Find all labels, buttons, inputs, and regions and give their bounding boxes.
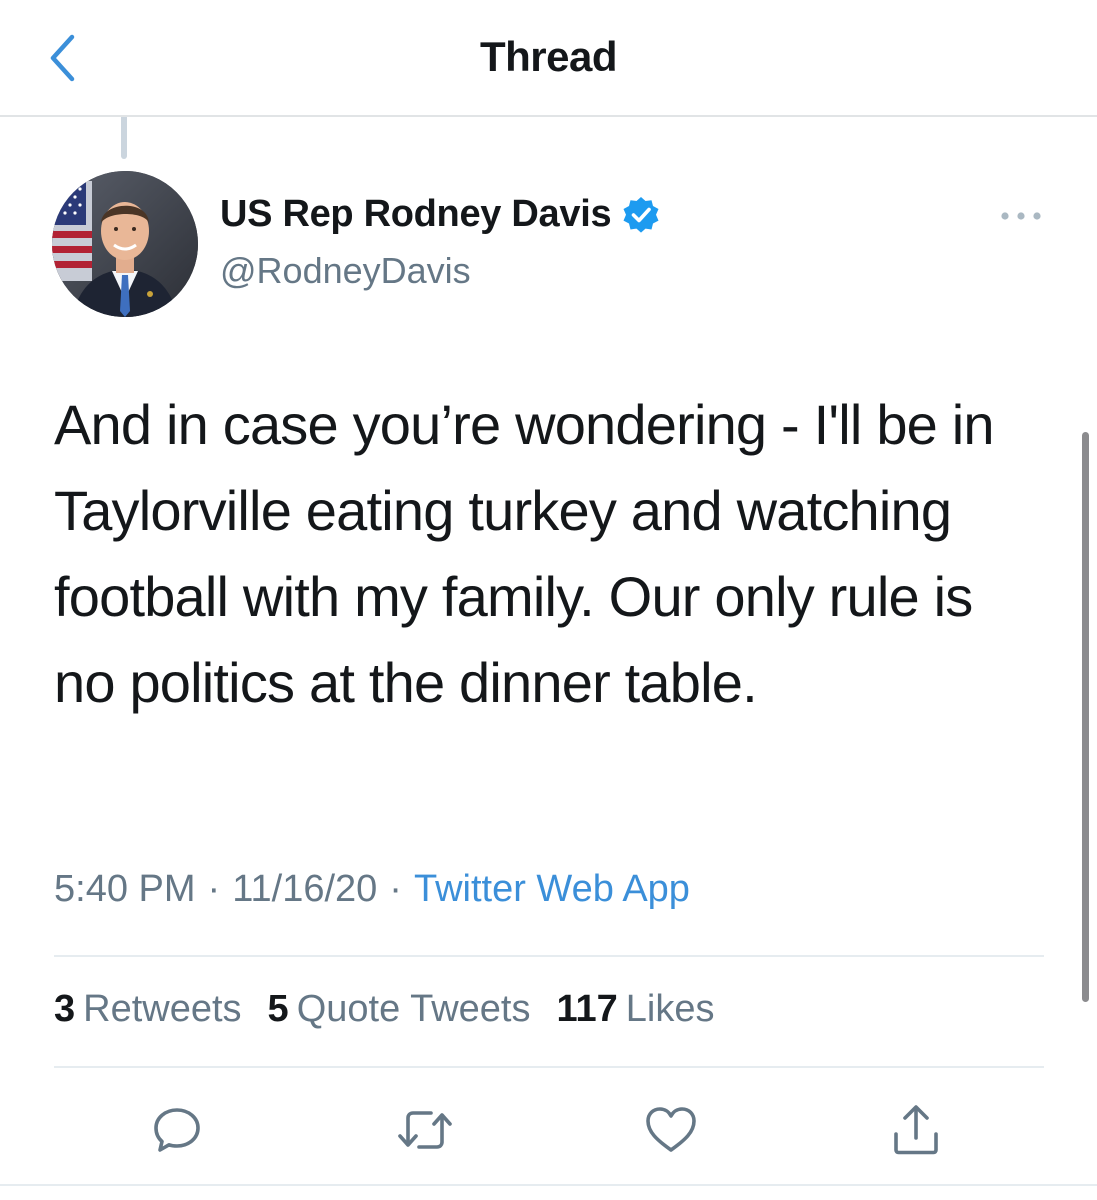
more-horizontal-icon — [1001, 212, 1041, 220]
tweet-source-link[interactable]: Twitter Web App — [414, 868, 690, 910]
divider — [0, 1184, 1097, 1186]
page-title: Thread — [479, 33, 618, 80]
quote-tweets-label: Quote Tweets — [296, 988, 531, 1030]
meta-separator: · — [207, 868, 221, 910]
tweet-meta: 5:40 PM · 11/16/20 · Twitter Web App — [54, 868, 690, 911]
tweet-text: And in case you’re wondering - I'll be i… — [54, 393, 995, 714]
retweets-count: 3 — [54, 988, 76, 1030]
likes-count: 117 — [556, 988, 618, 1030]
reply-button[interactable] — [147, 1100, 207, 1160]
tweet-date: 11/16/20 — [232, 868, 378, 910]
avatar[interactable] — [52, 171, 198, 317]
likes-label: Likes — [625, 988, 715, 1030]
tweet-stats: 3 Retweets 5 Quote Tweets 117 Likes — [54, 988, 741, 1031]
thread-connector-line — [121, 117, 127, 159]
likes-stat[interactable]: 117 Likes — [556, 988, 714, 1031]
tweet-thread-screen: Thread US Rep Rodney Davis @RodneyDavis … — [0, 0, 1097, 1200]
divider — [54, 955, 1044, 957]
author-name: US Rep Rodney Davis — [220, 193, 612, 235]
scrollbar[interactable] — [1082, 432, 1089, 1002]
share-button[interactable] — [886, 1100, 946, 1160]
tweet-time: 5:40 PM — [54, 868, 196, 910]
divider — [54, 1066, 1044, 1068]
header-bar: Thread — [0, 0, 1097, 117]
author-name-row[interactable]: US Rep Rodney Davis — [220, 193, 661, 236]
reply-icon — [154, 1108, 200, 1152]
avatar-image — [52, 171, 198, 317]
retweets-stat[interactable]: 3 Retweets — [54, 988, 242, 1031]
share-icon — [894, 1105, 938, 1155]
retweet-icon — [398, 1111, 452, 1149]
meta-separator: · — [389, 868, 402, 910]
quote-tweets-stat[interactable]: 5 Quote Tweets — [268, 988, 531, 1031]
like-button[interactable] — [641, 1100, 701, 1160]
retweets-label: Retweets — [83, 988, 242, 1030]
heart-icon — [646, 1107, 696, 1152]
more-options-button[interactable] — [997, 198, 1045, 234]
verified-badge-icon — [621, 195, 661, 235]
author-handle[interactable]: @RodneyDavis — [220, 250, 471, 292]
retweet-button[interactable] — [395, 1100, 455, 1160]
quote-tweets-count: 5 — [267, 988, 289, 1030]
